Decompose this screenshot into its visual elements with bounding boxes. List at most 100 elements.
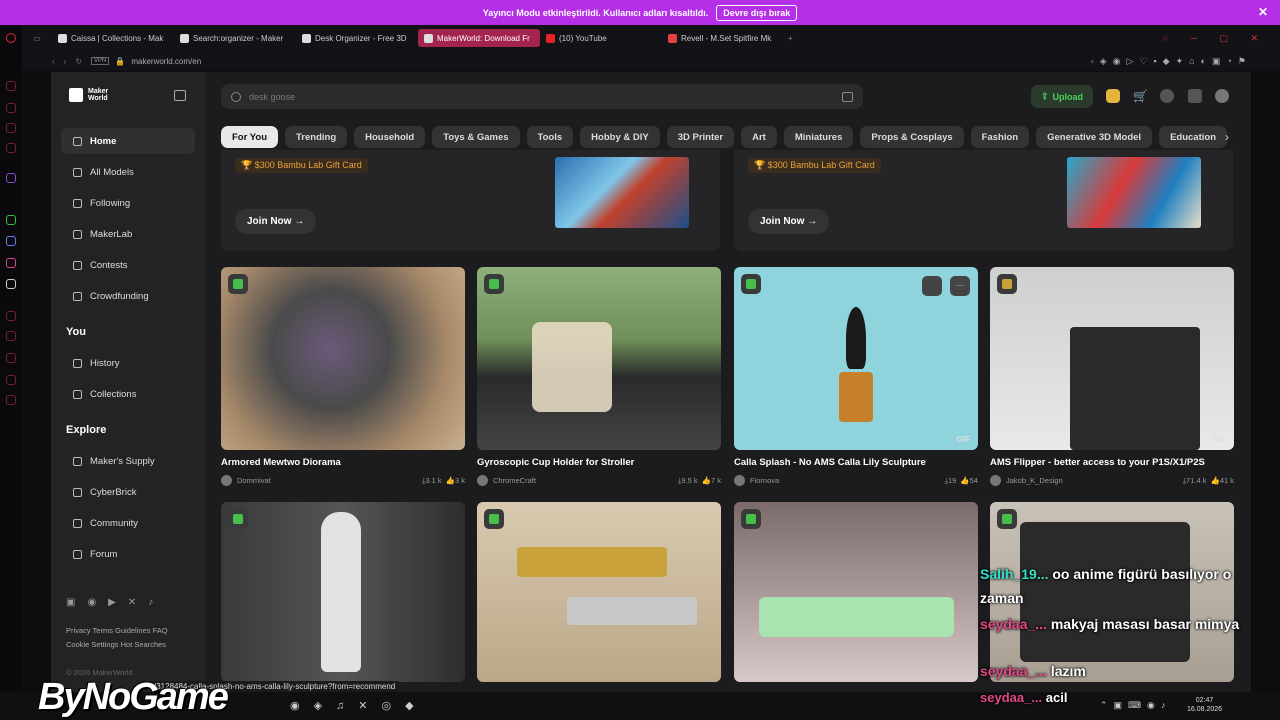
- avatar[interactable]: [990, 475, 1001, 486]
- model-title[interactable]: Gyroscopic Cup Holder for Stroller: [477, 457, 721, 468]
- model-thumbnail[interactable]: [221, 502, 465, 682]
- discord-icon[interactable]: [6, 236, 16, 246]
- tab-menu-icon[interactable]: ▭: [22, 34, 52, 43]
- tab-desk-organizer[interactable]: Desk Organizer - Free 3D: [296, 29, 418, 47]
- sidebar-app-icon[interactable]: [6, 143, 16, 153]
- author-name[interactable]: Fiornova: [750, 476, 779, 485]
- window-controls[interactable]: ○ ─ ▢ ✕: [1163, 33, 1268, 44]
- avatar[interactable]: [734, 475, 745, 486]
- model-thumbnail[interactable]: [221, 267, 465, 450]
- model-card[interactable]: Armored Mewtwo Diorama Dommivat ⤓ 3.1 k 👍 …: [221, 267, 465, 486]
- model-card[interactable]: [221, 502, 465, 682]
- sidebar-app-icon[interactable]: [6, 353, 16, 363]
- sidebar-app-icon[interactable]: [6, 375, 16, 385]
- author-name[interactable]: Jakob_K_Design: [1006, 476, 1063, 485]
- vpn-icon[interactable]: VPN: [91, 57, 110, 65]
- disable-streamer-mode-button[interactable]: Devre dışı bırak: [716, 4, 798, 21]
- sidebar-item-makerlab[interactable]: MakerLab: [61, 221, 195, 247]
- tab-toys-games[interactable]: Toys & Games: [432, 126, 520, 148]
- chevron-right-icon[interactable]: ›: [1225, 130, 1229, 144]
- sidebar-item-home[interactable]: Home: [61, 128, 195, 154]
- tab-revell[interactable]: Revell - M.Set Spitfire Mk: [662, 29, 784, 47]
- model-thumbnail[interactable]: ··· GIF: [734, 267, 978, 450]
- join-now-button[interactable]: Join Now →: [748, 209, 830, 234]
- sidebar-app-icon[interactable]: [6, 123, 16, 133]
- model-thumbnail[interactable]: [477, 267, 721, 450]
- sidebar-item-collections[interactable]: Collections: [61, 381, 195, 407]
- collapse-sidebar-icon[interactable]: [174, 90, 186, 101]
- nav-arrows-icon[interactable]: ‹›↻: [52, 57, 91, 66]
- tab-hobby-diy[interactable]: Hobby & DIY: [580, 126, 660, 148]
- twitch-icon[interactable]: [6, 173, 16, 183]
- author-name[interactable]: ChromeCraft: [493, 476, 536, 485]
- mail-icon[interactable]: [1188, 89, 1202, 103]
- sidebar-item-makers-supply[interactable]: Maker's Supply: [61, 448, 195, 474]
- sidebar-app-icon[interactable]: [6, 311, 16, 321]
- points-icon[interactable]: [1106, 89, 1120, 103]
- sidebar-app-icon[interactable]: [6, 81, 16, 91]
- tab-trending[interactable]: Trending: [285, 126, 348, 148]
- sidebar-item-history[interactable]: History: [61, 350, 195, 376]
- sidebar-item-community[interactable]: Community: [61, 510, 195, 536]
- image-search-icon[interactable]: [842, 91, 853, 102]
- opera-logo-icon[interactable]: [6, 33, 16, 43]
- search-input[interactable]: desk goose: [221, 84, 863, 109]
- sidebar-app-icon[interactable]: [6, 103, 16, 113]
- author-name[interactable]: Dommivat: [237, 476, 271, 485]
- upload-button[interactable]: ⇪ Upload: [1031, 85, 1093, 108]
- extension-icons[interactable]: ▫◈◉▷♡▪◆✦⌂◐▣◔⚑: [1091, 56, 1253, 67]
- x-icon[interactable]: [6, 279, 16, 289]
- model-thumbnail[interactable]: [734, 502, 978, 682]
- model-card[interactable]: [477, 502, 721, 682]
- tab-tools[interactable]: Tools: [526, 126, 574, 148]
- tab-education[interactable]: Education: [1159, 126, 1227, 148]
- model-title[interactable]: Armored Mewtwo Diorama: [221, 457, 465, 468]
- sidebar-item-following[interactable]: Following: [61, 190, 195, 216]
- tab-miniatures[interactable]: Miniatures: [783, 126, 854, 148]
- footer-links-2[interactable]: Cookie Settings Hot Searches: [66, 640, 166, 649]
- sidebar-app-icon[interactable]: [6, 395, 16, 405]
- taskbar-apps[interactable]: ◉◈♫✕◎◆: [290, 699, 428, 712]
- tab-household[interactable]: Household: [354, 126, 426, 148]
- close-icon[interactable]: ✕: [1258, 5, 1268, 19]
- bookmark-icon[interactable]: [922, 276, 942, 296]
- social-icons[interactable]: ▣◉▶✕♪: [66, 597, 165, 608]
- url-text[interactable]: makerworld.com/en: [131, 57, 201, 66]
- model-title[interactable]: AMS Flipper - better access to your P1S/…: [990, 457, 1234, 468]
- model-thumbnail[interactable]: [477, 502, 721, 682]
- tab-generative-3d[interactable]: Generative 3D Model: [1036, 126, 1153, 148]
- model-title[interactable]: Calla Splash - No AMS Calla Lily Sculptu…: [734, 457, 978, 468]
- model-thumbnail[interactable]: GIF: [990, 267, 1234, 450]
- tab-fashion[interactable]: Fashion: [970, 126, 1030, 148]
- model-card[interactable]: [734, 502, 978, 682]
- tab-props-cosplays[interactable]: Props & Cosplays: [860, 126, 964, 148]
- globe-icon[interactable]: [1160, 89, 1174, 103]
- sidebar-item-all-models[interactable]: All Models: [61, 159, 195, 185]
- sidebar-item-cyberbrick[interactable]: CyberBrick: [61, 479, 195, 505]
- sidebar-item-forum[interactable]: Forum: [61, 541, 195, 567]
- model-card[interactable]: ··· GIF Calla Splash - No AMS Calla Lily…: [734, 267, 978, 486]
- sidebar-app-icon[interactable]: [6, 331, 16, 341]
- avatar[interactable]: [1215, 89, 1229, 103]
- avatar[interactable]: [221, 475, 232, 486]
- tab-search-organizer[interactable]: Search:organizer - Maker: [174, 29, 296, 47]
- tab-makerworld[interactable]: MakerWorld: Download Fr: [418, 29, 540, 47]
- instagram-icon[interactable]: [6, 258, 16, 268]
- sidebar-item-contests[interactable]: Contests: [61, 252, 195, 278]
- model-card[interactable]: GIF AMS Flipper - better access to your …: [990, 267, 1234, 486]
- tab-3d-printer[interactable]: 3D Printer: [666, 126, 735, 148]
- whatsapp-icon[interactable]: [6, 215, 16, 225]
- avatar[interactable]: [477, 475, 488, 486]
- tab-for-you[interactable]: For You: [221, 126, 279, 148]
- new-tab-icon[interactable]: +: [788, 34, 793, 43]
- makerworld-logo[interactable]: Maker World: [69, 88, 108, 102]
- tray-icons[interactable]: ⌃▣⌨◉♪: [1100, 700, 1171, 711]
- footer-links[interactable]: Privacy Terms Guidelines FAQ: [66, 626, 168, 635]
- tab-art[interactable]: Art: [741, 126, 777, 148]
- cart-icon[interactable]: 🛒: [1133, 89, 1148, 103]
- model-card[interactable]: Gyroscopic Cup Holder for Stroller Chrom…: [477, 267, 721, 486]
- sidebar-item-crowdfunding[interactable]: Crowdfunding: [61, 283, 195, 309]
- tab-youtube[interactable]: (10) YouTube: [540, 29, 662, 47]
- join-now-button[interactable]: Join Now →: [235, 209, 317, 234]
- more-options-icon[interactable]: ···: [950, 276, 970, 296]
